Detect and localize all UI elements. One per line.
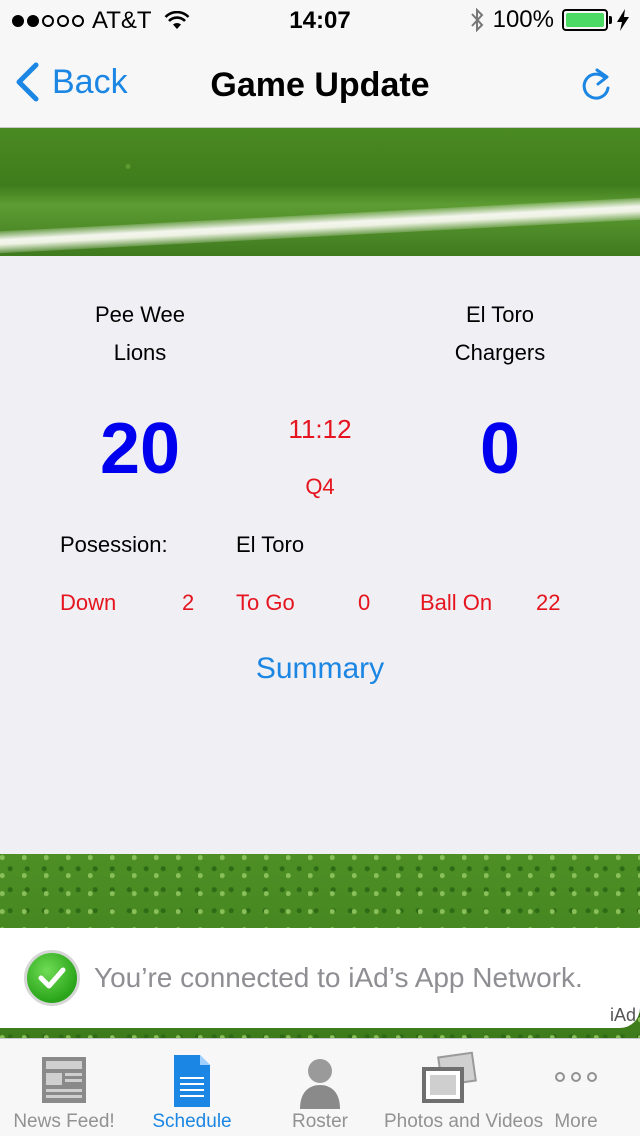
ad-banner[interactable]: You’re connected to iAd’s App Network. i…: [0, 928, 640, 1028]
tab-schedule[interactable]: Schedule: [128, 1039, 256, 1136]
field-banner-image: [0, 128, 640, 256]
summary-button[interactable]: Summary: [0, 652, 640, 686]
newspaper-icon: [42, 1057, 86, 1103]
ad-tag: iAd: [609, 1005, 636, 1025]
tab-roster[interactable]: Roster: [256, 1039, 384, 1136]
document-icon: [174, 1055, 210, 1107]
refresh-icon[interactable]: [578, 64, 614, 104]
page-title: Game Update: [210, 66, 430, 104]
possession-value: El Toro: [236, 532, 305, 557]
game-quarter: Q4: [305, 474, 335, 499]
bluetooth-icon: [470, 7, 483, 33]
tab-label: News Feed!: [13, 1111, 115, 1132]
down-label: Down: [60, 590, 117, 615]
more-icon: [555, 1072, 597, 1082]
tab-label: Roster: [292, 1111, 348, 1132]
home-team-line2: Lions: [113, 340, 167, 365]
to-go-value: 0: [358, 590, 371, 615]
battery-icon: [562, 9, 612, 31]
tab-photos-and-videos[interactable]: Photos and Videos: [384, 1039, 544, 1136]
away-team-line2: Chargers: [454, 340, 546, 365]
game-clock: 11:12: [288, 414, 352, 444]
tab-label: Schedule: [152, 1111, 232, 1132]
away-team-name: El Toro Chargers: [370, 296, 630, 372]
field-line: [0, 195, 640, 255]
tab-label: Photos and Videos: [384, 1111, 544, 1132]
ad-message: You’re connected to iAd’s App Network.: [94, 962, 583, 993]
home-team-line1: Pee Wee: [94, 302, 186, 327]
battery-group: 100%: [469, 6, 630, 34]
to-go-label: To Go: [236, 590, 295, 615]
charging-icon: [617, 9, 629, 31]
navigation-bar: Back Game Update: [0, 40, 640, 128]
away-team-line1: El Toro: [465, 302, 535, 327]
possession-label: Posession:: [60, 532, 168, 557]
tab-news-feed[interactable]: News Feed!: [0, 1039, 128, 1136]
home-team-name: Pee Wee Lions: [10, 296, 270, 372]
photos-icon: [422, 1051, 477, 1103]
down-value: 2: [182, 590, 195, 615]
ball-on-value: 22: [536, 590, 561, 615]
ball-on-label: Ball On: [420, 590, 493, 615]
status-bar: AT&T 14:07 100%: [0, 0, 640, 40]
tab-bar: News Feed! Schedule Roster Photos and Vi…: [0, 1038, 640, 1136]
tab-label: More: [554, 1111, 598, 1132]
battery-percent: 100%: [492, 6, 554, 33]
tab-more[interactable]: More: [512, 1039, 640, 1136]
game-panel: Pee Wee Lions El Toro Chargers 20 0 11:1…: [0, 256, 640, 854]
person-icon: [300, 1059, 340, 1109]
checkmark-icon: [24, 950, 80, 1006]
